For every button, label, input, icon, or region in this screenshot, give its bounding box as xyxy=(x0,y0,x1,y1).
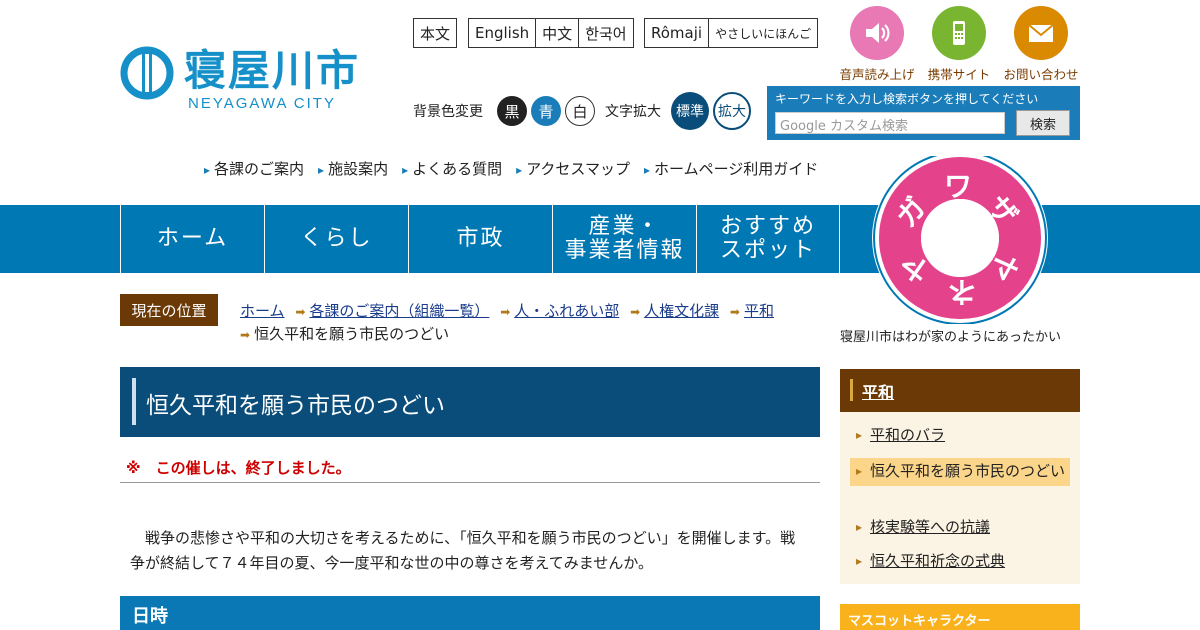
badge-char-ne: ネ xyxy=(948,275,976,308)
sidebar-item-peace-ceremony[interactable]: 恒久平和祈念の式典 xyxy=(850,550,1070,572)
breadcrumb-home[interactable]: ホーム xyxy=(240,302,285,320)
arrow-right-icon: ➡ xyxy=(500,305,511,319)
bg-white-button[interactable]: 白 xyxy=(565,96,595,126)
nav-tab-government[interactable]: 市政 xyxy=(408,205,552,273)
nav-tab-life[interactable]: くらし xyxy=(264,205,408,273)
contact-label: お問い合わせ xyxy=(1003,67,1079,82)
arrow-right-icon: ➡ xyxy=(729,305,740,319)
top-icon-links: 音声読み上げ 携帯サイト お問い合わせ xyxy=(836,6,1082,83)
breadcrumb-current: 恒久平和を願う市民のつどい xyxy=(254,325,450,343)
util-link-faq[interactable]: よくある質問 xyxy=(402,158,502,179)
site-search: キーワードを入力し検索ボタンを押してください Google カスタム検索 検索 xyxy=(767,86,1080,140)
arrow-right-icon: ➡ xyxy=(630,305,641,319)
sidebar-heading-label: 平和 xyxy=(862,383,895,402)
lang-link-romaji[interactable]: Rômaji xyxy=(645,19,710,47)
city-slogan: 寝屋川市はわが家のようにあったかい xyxy=(840,330,1062,345)
neyagawa-brand-badge[interactable]: ガ ワ ザ ヤ ネ ヤ xyxy=(866,150,1054,326)
bg-color-label: 背景色変更 xyxy=(413,104,483,120)
lang-link-english[interactable]: English xyxy=(469,19,537,47)
page-title-bar: 恒久平和を願う市民のつどい xyxy=(120,367,820,437)
divider xyxy=(120,482,820,483)
sidebar-item-label: 恒久平和を願う市民のつどい xyxy=(870,462,1066,480)
contact-link[interactable]: お問い合わせ xyxy=(1000,6,1082,83)
voice-reading-link[interactable]: 音声読み上げ xyxy=(836,6,918,83)
mobile-site-label: 携帯サイト xyxy=(927,67,991,82)
nav-tab-business-line1: 産業・ xyxy=(588,214,661,239)
mascot-banner[interactable]: マスコットキャラクター xyxy=(840,604,1080,630)
lang-link-chinese[interactable]: 中文 xyxy=(536,19,580,47)
arrow-right-icon: ➡ xyxy=(240,328,251,342)
breadcrumb-peace[interactable]: 平和 xyxy=(744,302,774,320)
breadcrumb-people-dept[interactable]: 人・ふれあい部 xyxy=(514,302,619,320)
event-ended-notice: ※ この催しは、終了しました。 xyxy=(126,459,351,477)
badge-char-wa: ワ xyxy=(944,170,972,203)
city-name-jp: 寝屋川市 xyxy=(184,46,361,95)
util-link-guide[interactable]: ホームページ利用ガイド xyxy=(644,158,818,179)
section-heading-date: 日時 xyxy=(120,596,820,630)
language-link-group: English 中文 한국어 xyxy=(468,18,634,48)
speaker-icon xyxy=(850,6,904,60)
util-link-access-map[interactable]: アクセスマップ xyxy=(516,158,630,179)
breadcrumb: ホーム ➡ 各課のご案内（組織一覧） ➡ 人・ふれあい部 ➡ 人権文化課 ➡ 平和 ➡ 恒… xyxy=(240,300,820,346)
voice-reading-label: 音声読み上げ xyxy=(839,67,915,82)
lang-link-korean[interactable]: 한국어 xyxy=(579,19,632,47)
text-large-button[interactable]: 拡大 xyxy=(713,92,751,130)
mobile-site-link[interactable]: 携帯サイト xyxy=(918,6,1000,83)
romaji-link-group: Rômaji やさしいにほんご xyxy=(644,18,819,48)
mascot-banner-label: マスコットキャラクター xyxy=(848,614,991,629)
lang-link-body[interactable]: 本文 xyxy=(414,19,456,47)
sidebar-item-label: 平和のバラ xyxy=(870,426,946,444)
search-input[interactable]: Google カスタム検索 xyxy=(775,112,1005,134)
city-emblem-icon xyxy=(120,46,174,100)
util-link-departments[interactable]: 各課のご案内 xyxy=(204,158,304,179)
sidebar-item-peace-rose[interactable]: 平和のバラ xyxy=(850,424,1070,446)
nav-tab-business-line2: 事業者情報 xyxy=(564,238,685,263)
sidebar-heading[interactable]: 平和 xyxy=(840,369,1080,412)
search-button[interactable]: 検索 xyxy=(1016,110,1070,136)
page-body-text: 戦争の悲惨さや平和の大切さを考えるために、「恒久平和を願う市民のつどい」を開催し… xyxy=(130,529,796,572)
text-size-label: 文字拡大 xyxy=(605,104,661,120)
nav-tab-spots[interactable]: おすすめ スポット xyxy=(696,205,840,273)
arrow-right-icon: ➡ xyxy=(295,305,306,319)
body-link-group: 本文 xyxy=(413,18,458,48)
bg-black-button[interactable]: 黒 xyxy=(497,96,527,126)
city-name-en: NEYAGAWA CITY xyxy=(188,95,336,112)
current-location-label: 現在の位置 xyxy=(120,294,218,326)
lang-link-easy-japanese[interactable]: やさしいにほんご xyxy=(709,19,817,47)
envelope-icon xyxy=(1014,6,1068,60)
sidebar-item-nuclear-protest[interactable]: 核実験等への抗議 xyxy=(850,516,1070,538)
util-link-facilities[interactable]: 施設案内 xyxy=(318,158,388,179)
utility-nav: 各課のご案内 施設案内 よくある質問 アクセスマップ ホームページ利用ガイド xyxy=(204,158,832,179)
nav-tab-home[interactable]: ホーム xyxy=(120,205,264,273)
sidebar-item-citizens-gathering[interactable]: 恒久平和を願う市民のつどい xyxy=(850,458,1070,486)
breadcrumb-departments[interactable]: 各課のご案内（組織一覧） xyxy=(309,302,489,320)
sidebar-list: 平和のバラ 恒久平和を願う市民のつどい 核実験等への抗議 恒久平和祈念の式典 xyxy=(840,412,1080,584)
search-hint: キーワードを入力し検索ボタンを押してください xyxy=(775,92,1039,106)
breadcrumb-human-rights[interactable]: 人権文化課 xyxy=(644,302,719,320)
mobile-phone-icon xyxy=(932,6,986,60)
sidebar-item-label: 核実験等への抗議 xyxy=(870,518,991,536)
sidebar-item-label: 恒久平和祈念の式典 xyxy=(870,552,1006,570)
nav-tab-spots-line2: スポット xyxy=(719,238,816,263)
bg-blue-button[interactable]: 青 xyxy=(531,96,561,126)
nav-tab-business[interactable]: 産業・ 事業者情報 xyxy=(552,205,696,273)
text-standard-button[interactable]: 標準 xyxy=(671,92,709,130)
display-settings: 背景色変更 黒 青 白 文字拡大 標準 拡大 xyxy=(413,92,751,130)
city-logo[interactable]: 寝屋川市 NEYAGAWA CITY xyxy=(120,46,360,112)
page-title: 恒久平和を願う市民のつどい xyxy=(146,393,445,419)
nav-tab-spots-line1: おすすめ xyxy=(719,214,816,239)
